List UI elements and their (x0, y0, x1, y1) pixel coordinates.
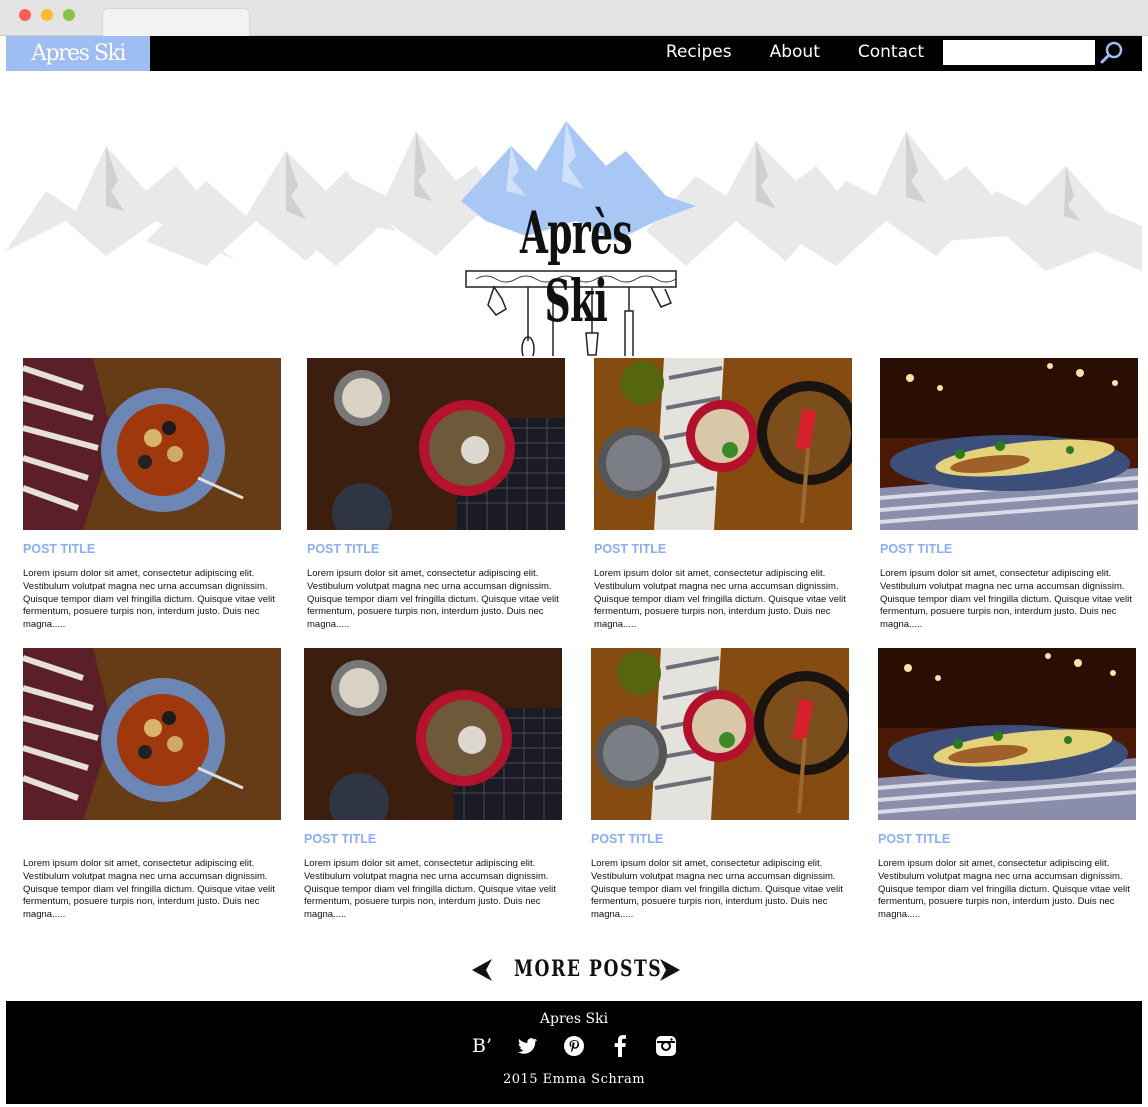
post-title[interactable]: POST TITLE (307, 542, 565, 560)
omelette-photo[interactable] (880, 358, 1138, 530)
minimize-window-dot[interactable] (41, 9, 53, 21)
post-card[interactable]: POST TITLE Lorem ipsum dolor sit amet, c… (591, 648, 849, 922)
post-excerpt: Lorem ipsum dolor sit amet, consectetur … (23, 858, 275, 921)
facebook-icon[interactable] (609, 1035, 631, 1057)
nav-link-recipes[interactable]: Recipes (666, 36, 732, 71)
post-title[interactable] (23, 832, 281, 850)
skillet-photo[interactable] (591, 648, 849, 820)
search-button[interactable] (1097, 39, 1127, 67)
post-card[interactable]: Lorem ipsum dolor sit amet, consectetur … (23, 648, 281, 922)
rice-bowl-photo[interactable] (307, 358, 565, 530)
post-title[interactable]: POST TITLE (304, 832, 562, 850)
post-excerpt: Lorem ipsum dolor sit amet, consectetur … (594, 568, 846, 631)
post-title[interactable]: POST TITLE (594, 542, 852, 560)
post-card[interactable]: POST TITLE Lorem ipsum dolor sit amet, c… (23, 358, 281, 632)
post-card[interactable]: POST TITLE Lorem ipsum dolor sit amet, c… (878, 648, 1136, 922)
nav-links: Recipes About Contact (666, 36, 924, 71)
post-excerpt: Lorem ipsum dolor sit amet, consectetur … (304, 858, 556, 921)
chevron-left-icon[interactable] (470, 957, 494, 983)
pinterest-icon[interactable] (563, 1035, 585, 1057)
instagram-icon[interactable] (655, 1035, 677, 1057)
site-footer: Apres Ski B’ 2015 Emma Schram (6, 1001, 1142, 1104)
stew-bowl-photo[interactable] (23, 648, 281, 820)
post-card[interactable]: POST TITLE Lorem ipsum dolor sit amet, c… (594, 358, 852, 632)
post-title[interactable]: POST TITLE (591, 832, 849, 850)
post-card[interactable]: POST TITLE Lorem ipsum dolor sit amet, c… (880, 358, 1138, 632)
search-icon (1100, 41, 1123, 64)
search-input[interactable] (943, 40, 1095, 65)
stew-bowl-photo[interactable] (23, 358, 281, 530)
brand-logo[interactable]: Apres Ski (6, 36, 150, 71)
post-title[interactable]: POST TITLE (878, 832, 1136, 850)
twitter-icon[interactable] (517, 1035, 539, 1057)
hero-banner: Après Ski (6, 71, 1142, 356)
rice-bowl-photo[interactable] (304, 648, 562, 820)
bloglovin-icon[interactable]: B’ (471, 1035, 493, 1057)
post-excerpt: Lorem ipsum dolor sit amet, consectetur … (880, 568, 1132, 631)
browser-chrome (0, 0, 1148, 36)
hero-title: Après Ski (519, 199, 633, 335)
omelette-photo[interactable] (878, 648, 1136, 820)
post-excerpt: Lorem ipsum dolor sit amet, consectetur … (878, 858, 1130, 921)
footer-copyright: 2015 Emma Schram (502, 1072, 646, 1087)
post-title[interactable]: POST TITLE (23, 542, 281, 560)
post-excerpt: Lorem ipsum dolor sit amet, consectetur … (307, 568, 559, 631)
social-links: B’ (6, 1035, 1142, 1061)
footer-title: Apres Ski (539, 1011, 609, 1027)
post-excerpt: Lorem ipsum dolor sit amet, consectetur … (591, 858, 843, 921)
page-viewport: Apres Ski Recipes About Contact Après Sk… (6, 36, 1142, 1104)
chevron-right-icon[interactable] (658, 957, 682, 983)
nav-link-contact[interactable]: Contact (858, 36, 924, 71)
post-card[interactable]: POST TITLE Lorem ipsum dolor sit amet, c… (307, 358, 565, 632)
maximize-window-dot[interactable] (63, 9, 75, 21)
skillet-photo[interactable] (594, 358, 852, 530)
more-posts-label[interactable]: MORE POSTS (514, 956, 662, 982)
post-card[interactable]: POST TITLE Lorem ipsum dolor sit amet, c… (304, 648, 562, 922)
browser-tab[interactable] (102, 8, 250, 36)
nav-link-about[interactable]: About (770, 36, 820, 71)
post-title[interactable]: POST TITLE (880, 542, 1138, 560)
close-window-dot[interactable] (19, 9, 31, 21)
post-excerpt: Lorem ipsum dolor sit amet, consectetur … (23, 568, 275, 631)
more-posts-pager: MORE POSTS (470, 956, 684, 984)
top-nav: Apres Ski Recipes About Contact (6, 36, 1142, 71)
